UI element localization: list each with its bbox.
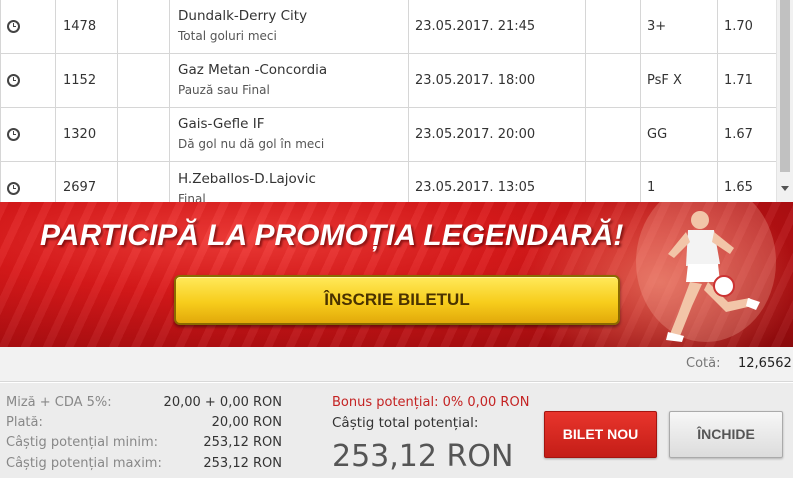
bet-pick: 1 [640, 160, 718, 202]
bet-odd: 1.65 [717, 160, 777, 202]
payment-label: Plată: [6, 415, 43, 430]
clock-icon[interactable] [7, 127, 20, 141]
promo-title: PARTICIPĂ LA PROMOȚIA LEGENDARĂ! [40, 219, 624, 252]
table-scrollbar[interactable] [776, 0, 793, 202]
stake-value: 20,00 + 0,00 RON [163, 395, 282, 410]
match-date: 23.05.2017. 21:45 [408, 0, 586, 54]
market-name: Total goluri meci [178, 29, 277, 44]
market-name: Final [178, 191, 206, 203]
match-date: 23.05.2017. 13:05 [408, 160, 586, 202]
match-date: 23.05.2017. 18:00 [408, 52, 586, 108]
total-win-value: 253,12 RON [332, 439, 514, 474]
match-name: H.Zeballos-D.Lajovic [178, 170, 316, 187]
clock-icon[interactable] [7, 73, 20, 87]
scroll-down-arrow-icon[interactable] [781, 186, 789, 191]
total-win-label: Câștig total potențial: [332, 415, 479, 431]
match-date: 23.05.2017. 20:00 [408, 106, 586, 162]
bet-code: 1478 [55, 0, 118, 54]
new-ticket-button[interactable]: BILET NOU [544, 411, 657, 458]
bet-pick: PsF X [640, 52, 718, 108]
promo-banner[interactable]: PARTICIPĂ LA PROMOȚIA LEGENDARĂ! ÎNSCRIE… [0, 202, 793, 347]
clock-icon[interactable] [7, 19, 20, 33]
bonus-text: Bonus potențial: 0% 0,00 RON [332, 395, 530, 410]
total-odds-label: Cotă: [686, 356, 721, 371]
football-player-image [636, 202, 776, 342]
market-name: Pauză sau Final [178, 83, 270, 97]
match-name: Gais-Gefle IF [178, 116, 265, 132]
total-odds-value: 12,6562 [738, 356, 792, 371]
ticket-summary: Miză + CDA 5%: 20,00 + 0,00 RON Plată: 2… [0, 383, 793, 478]
market-name: Dă gol nu dă gol în meci [178, 137, 325, 151]
min-win-value: 253,12 RON [203, 435, 282, 450]
bet-table: 1478 Dundalk-Derry City Total goluri mec… [0, 0, 793, 202]
enroll-ticket-button[interactable]: ÎNSCRIE BILETUL [174, 275, 620, 325]
match-name: Dundalk-Derry City [178, 8, 308, 25]
bet-odd: 1.67 [717, 106, 777, 162]
match-name: Gaz Metan -Concordia [178, 62, 328, 78]
table-row[interactable]: 1152 Gaz Metan -Concordia Pauză sau Fina… [0, 52, 777, 108]
bet-pick: 3+ [640, 0, 718, 54]
table-row[interactable]: 1320 Gais-Gefle IF Dă gol nu dă gol în m… [0, 106, 777, 162]
table-row[interactable]: 1478 Dundalk-Derry City Total goluri mec… [0, 0, 777, 54]
max-win-value: 253,12 RON [203, 456, 282, 471]
bet-code: 1320 [55, 106, 118, 162]
min-win-label: Câștig potențial minim: [6, 435, 159, 450]
max-win-label: Câștig potențial maxim: [6, 456, 162, 471]
bet-code: 2697 [55, 160, 118, 202]
stake-label: Miză + CDA 5%: [6, 395, 112, 410]
total-odds-bar: Cotă: 12,6562 [0, 347, 793, 382]
scrollbar-thumb[interactable] [780, 0, 790, 172]
table-row[interactable]: 2697 H.Zeballos-D.Lajovic Final 23.05.20… [0, 160, 777, 203]
close-button[interactable]: ÎNCHIDE [669, 411, 783, 458]
bet-pick: GG [640, 106, 718, 162]
bet-odd: 1.71 [717, 52, 777, 108]
bet-code: 1152 [55, 52, 118, 108]
clock-icon[interactable] [7, 181, 20, 195]
bet-odd: 1.70 [717, 0, 777, 54]
payment-value: 20,00 RON [211, 415, 282, 430]
